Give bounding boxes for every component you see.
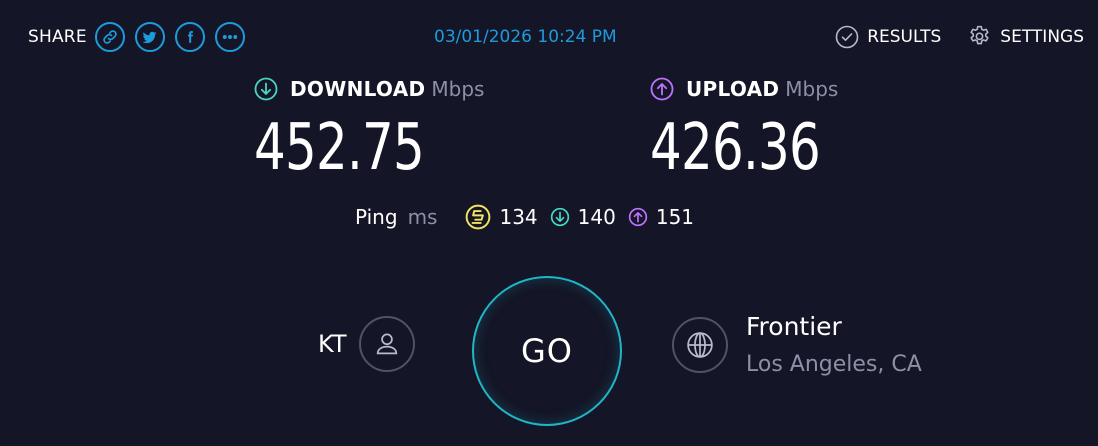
check-circle-icon [835,25,859,48]
share-twitter-button[interactable] [134,22,165,52]
upload-arrow-icon [650,77,674,101]
ping-idle-value: 134 [499,205,538,229]
facebook-icon [187,31,193,43]
upload-value: 426.36 [650,111,821,185]
speedtest-page: SHARE 03/01/2026 10:24 PM RESULTS SETTIN… [0,0,1098,446]
user-name: KT [318,330,347,358]
download-value: 452.75 [254,111,425,185]
server-text: Frontier Los Angeles, CA [746,312,922,377]
upload-unit: Mbps [785,77,839,101]
ping-unit: ms [407,205,438,229]
more-icon [222,35,237,39]
ping-idle: 134 [465,204,538,230]
settings-button[interactable]: SETTINGS [967,24,1084,49]
user-button[interactable] [358,316,415,372]
link-icon [103,30,117,44]
globe-icon [687,331,713,358]
upload-latency-icon [628,207,648,227]
user-icon [376,333,397,355]
test-datetime: 03/01/2026 10:24 PM [434,27,617,47]
isp-name[interactable]: Frontier [746,312,922,342]
share-facebook-button[interactable] [174,22,205,52]
idle-latency-icon [466,204,491,230]
download-title: DOWNLOAD [290,77,426,101]
share-bar: SHARE [28,20,245,54]
server-button[interactable] [672,316,728,373]
ping-upload: 151 [628,205,694,229]
settings-label: SETTINGS [1000,26,1084,47]
share-link-button[interactable] [94,22,125,52]
server-info: Frontier Los Angeles, CA [672,312,922,377]
upload-panel: UPLOAD Mbps 426.36 [650,76,868,184]
upload-header: UPLOAD Mbps [650,76,868,102]
download-header: DOWNLOAD Mbps [254,76,484,102]
ping-row: Ping ms 134 140 151 [355,204,706,230]
download-panel: DOWNLOAD Mbps 452.75 [254,76,484,184]
download-latency-icon [550,207,569,227]
share-label: SHARE [28,27,87,47]
twitter-icon [142,31,157,43]
results-label: RESULTS [867,26,942,47]
top-nav: RESULTS SETTINGS [809,24,1084,49]
ping-download-value: 140 [577,205,616,229]
ping-download: 140 [550,205,616,229]
download-unit: Mbps [431,77,485,101]
results-button[interactable]: RESULTS [835,25,941,49]
server-location[interactable]: Los Angeles, CA [746,352,922,377]
upload-title: UPLOAD [686,77,780,101]
share-more-button[interactable] [214,22,245,52]
ping-label: Ping [355,205,398,229]
user-info: KT [318,316,415,372]
gear-icon [970,25,989,45]
download-arrow-icon [254,77,278,101]
go-button[interactable]: GO [472,276,622,426]
ping-upload-value: 151 [655,205,695,229]
